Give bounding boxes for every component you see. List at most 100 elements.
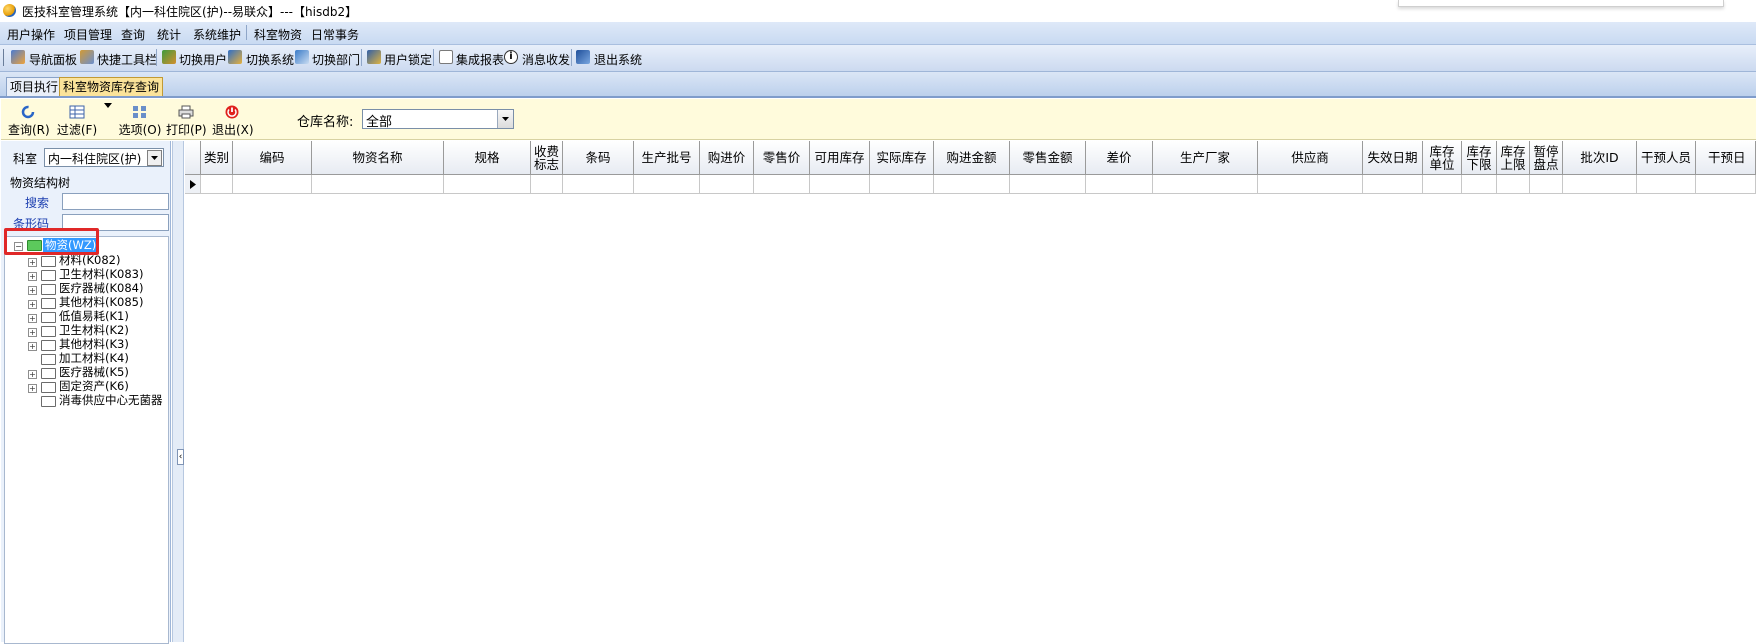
expand-icon[interactable]: + (28, 286, 37, 295)
toolbar-switch-system[interactable]: 切换系统 (246, 51, 294, 68)
menu-system-maint[interactable]: 系统维护 (193, 26, 241, 43)
column-header[interactable]: 零售价 (754, 141, 810, 175)
grid-cell[interactable] (754, 175, 810, 194)
toolbar-exit-system[interactable]: 退出系统 (594, 51, 642, 68)
dept-select[interactable]: 内一科住院区(护) (44, 148, 164, 167)
column-header[interactable]: 干预日 (1696, 141, 1756, 175)
search-input[interactable] (62, 193, 169, 210)
toolbar-integrated-report[interactable]: 集成报表 (456, 51, 504, 68)
column-header[interactable]: 规格 (444, 141, 531, 175)
grid-cell[interactable] (1462, 175, 1497, 194)
column-header[interactable]: 可用库存 (810, 141, 870, 175)
expand-icon[interactable]: + (28, 258, 37, 267)
expand-icon[interactable]: + (28, 384, 37, 393)
row-indicator[interactable] (185, 175, 201, 194)
options-button[interactable]: 选项(O) (118, 105, 162, 138)
query-button[interactable]: 查询(R) (8, 105, 50, 138)
grid-cell[interactable] (810, 175, 870, 194)
column-header[interactable]: 生产厂家 (1153, 141, 1258, 175)
column-header[interactable]: 实际库存 (870, 141, 934, 175)
tree-node[interactable]: 低值易耗(K1) (59, 309, 129, 324)
filter-button[interactable]: 过滤(F) (55, 105, 99, 138)
grid-cell[interactable] (1010, 175, 1086, 194)
menu-query[interactable]: 查询 (121, 26, 145, 43)
tree-node[interactable]: 其他材料(K3) (59, 337, 129, 352)
grid-cell[interactable] (1153, 175, 1258, 194)
toolbar-messages[interactable]: 消息收发 (522, 51, 570, 68)
grid-cell[interactable] (1530, 175, 1563, 194)
grid-cell[interactable] (934, 175, 1010, 194)
column-header[interactable]: 购进价 (700, 141, 754, 175)
column-header[interactable]: 生产批号 (634, 141, 700, 175)
grid-cell[interactable] (201, 175, 233, 194)
tree-node[interactable]: 消毒供应中心无菌器 (59, 393, 163, 408)
toolbar-quick-tools[interactable]: 快捷工具栏 (97, 51, 157, 68)
menu-daily-affairs[interactable]: 日常事务 (311, 26, 359, 43)
column-header[interactable]: 供应商 (1258, 141, 1363, 175)
column-header[interactable]: 编码 (233, 141, 312, 175)
grid-cell[interactable] (1637, 175, 1696, 194)
grid-cell[interactable] (870, 175, 934, 194)
menu-statistics[interactable]: 统计 (157, 26, 181, 43)
exit-button[interactable]: 退出(X) (212, 105, 254, 138)
collapse-left-icon[interactable]: ‹ (177, 449, 184, 465)
toolbar-switch-dept[interactable]: 切换部门 (312, 51, 360, 68)
toolbar-grip[interactable] (3, 49, 4, 66)
column-header[interactable]: 零售金额 (1010, 141, 1086, 175)
expand-icon[interactable]: + (28, 272, 37, 281)
grid-cell[interactable] (1363, 175, 1423, 194)
chevron-down-icon[interactable] (497, 110, 513, 128)
tree-node[interactable]: 卫生材料(K2) (59, 323, 129, 338)
grid-cell[interactable] (1423, 175, 1462, 194)
tree-node[interactable]: 材料(K082) (59, 253, 120, 268)
column-header[interactable]: 物资名称 (312, 141, 444, 175)
column-header[interactable]: 暂停盘点 (1530, 141, 1563, 175)
column-header[interactable]: 失效日期 (1363, 141, 1423, 175)
grid-cell[interactable] (634, 175, 700, 194)
column-header[interactable]: 干预人员 (1637, 141, 1696, 175)
expand-icon[interactable]: + (28, 300, 37, 309)
grid-cell[interactable] (1696, 175, 1756, 194)
filter-dropdown[interactable] (102, 103, 114, 108)
expand-icon[interactable]: + (28, 314, 37, 323)
tree-node[interactable]: 其他材料(K085) (59, 295, 143, 310)
grid-cell[interactable] (1497, 175, 1530, 194)
column-header[interactable]: 库存下限 (1462, 141, 1497, 175)
grid-cell[interactable] (312, 175, 444, 194)
inventory-grid[interactable]: 类别 编码 物资名称 规格 收费标志 条码 生产批号 购进价 零售价 可用库存 … (185, 141, 1756, 642)
grid-cell[interactable] (1563, 175, 1637, 194)
expand-icon[interactable]: + (28, 328, 37, 337)
tree-node[interactable]: 固定资产(K6) (59, 379, 129, 394)
column-header[interactable]: 库存上限 (1497, 141, 1530, 175)
grid-cell[interactable] (1258, 175, 1363, 194)
column-header[interactable]: 库存单位 (1423, 141, 1462, 175)
menu-dept-supplies[interactable]: 科室物资 (254, 26, 302, 43)
tree-node[interactable]: 卫生材料(K083) (59, 267, 143, 282)
expand-icon[interactable]: + (28, 370, 37, 379)
tree-node[interactable]: 医疗器械(K5) (59, 365, 129, 380)
menu-user-ops[interactable]: 用户操作 (7, 26, 55, 43)
toolbar-user-lock[interactable]: 用户锁定 (384, 51, 432, 68)
grid-cell[interactable] (444, 175, 531, 194)
column-header[interactable]: 批次ID (1563, 141, 1637, 175)
tab-dept-inventory[interactable]: 科室物资库存查询 (59, 77, 164, 96)
expand-icon[interactable]: + (28, 342, 37, 351)
warehouse-select[interactable]: 全部 (362, 109, 514, 130)
grid-cell[interactable] (233, 175, 312, 194)
column-header[interactable]: 条码 (563, 141, 634, 175)
tree-node[interactable]: 医疗器械(K084) (59, 281, 143, 296)
panel-splitter[interactable]: ‹ (172, 141, 184, 642)
column-header[interactable]: 差价 (1086, 141, 1153, 175)
grid-cell[interactable] (531, 175, 563, 194)
column-header[interactable]: 类别 (201, 141, 233, 175)
column-header[interactable]: 收费标志 (531, 141, 563, 175)
tab-project-exec[interactable]: 项目执行 (6, 77, 63, 96)
toolbar-nav-panel[interactable]: 导航面板 (29, 51, 77, 68)
grid-cell[interactable] (563, 175, 634, 194)
menu-project-mgmt[interactable]: 项目管理 (64, 26, 112, 43)
toolbar-switch-user[interactable]: 切换用户 (179, 51, 227, 68)
chevron-down-icon[interactable] (147, 150, 162, 166)
material-tree[interactable]: − 物资(WZ) + 材料(K082) + 卫生材料(K083) + 医疗器械(… (4, 236, 169, 644)
grid-cell[interactable] (1086, 175, 1153, 194)
column-header[interactable]: 购进金额 (934, 141, 1010, 175)
